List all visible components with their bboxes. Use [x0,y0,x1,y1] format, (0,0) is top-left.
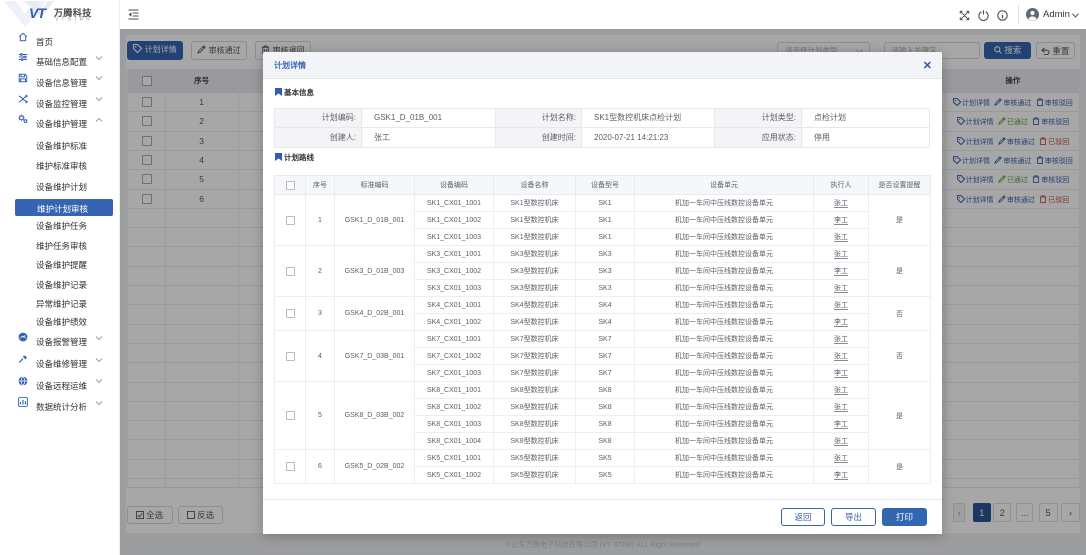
svg-text:VTSTAR: VTSTAR [55,17,93,23]
